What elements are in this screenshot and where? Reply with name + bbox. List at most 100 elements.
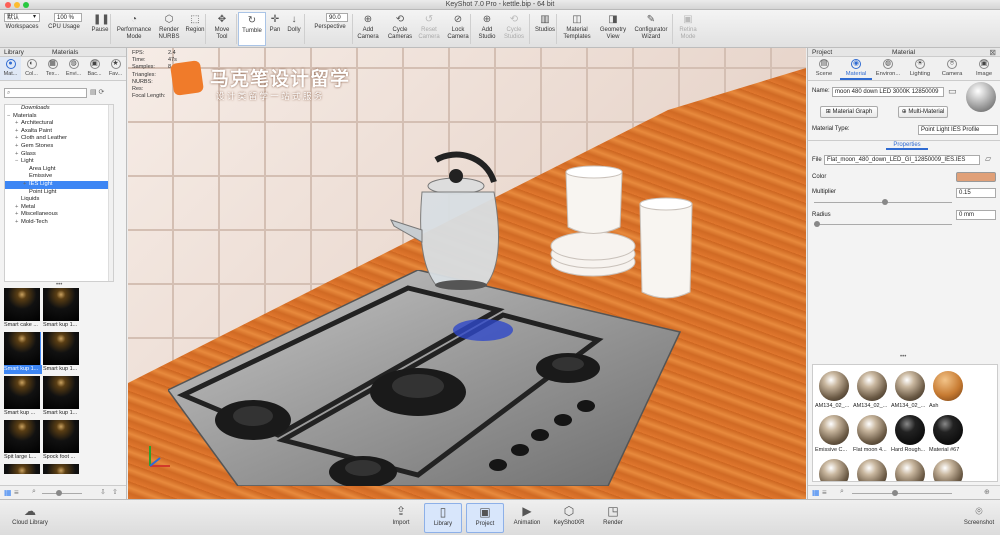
configurator-wizard-button[interactable]: ✎ Configurator Wizard [632,12,670,46]
tumble-button[interactable]: ↻ Tumble [238,12,266,46]
tab-material[interactable]: ◉ Material [840,57,872,80]
tab-image[interactable]: ▣ Image [968,57,1000,80]
render-viewport[interactable]: FPS: 2.4 Time: 47s Samples: 8 Triangles: NURBS:… [128,48,806,499]
tree-item[interactable]: Area Light [5,166,113,174]
perspective-button[interactable]: ▯Perspective [308,12,352,46]
zoom-out-icon[interactable]: ⌕ [32,488,36,496]
grid-view-icon[interactable]: ▦ [812,488,820,497]
radius-slider[interactable] [814,221,952,227]
cloud-library-button[interactable]: ☁ Cloud Library [6,503,54,533]
tree-item[interactable]: + Glass [5,151,113,159]
material-name-field[interactable]: moon 480 down LED 3000K 12850009 [832,87,944,97]
render-nurbs-button[interactable]: ⬡ Render NURBS [156,12,182,46]
tab-fav[interactable]: ★ Fav... [105,57,126,80]
render-button[interactable]: ◳ Render [594,503,632,533]
tree-item[interactable]: − Materials [5,113,113,121]
grid-view-icon[interactable]: ▦ [4,488,12,497]
tree-item[interactable]: + Miscellaneous [5,211,113,219]
tree-scrollbar[interactable] [108,105,113,281]
material-thumbnail[interactable]: Smart kup 1... [43,288,81,332]
move-tool-button[interactable]: ✥ Move Tool [210,12,234,46]
project-material-thumbnail[interactable] [891,457,928,481]
tab-camera[interactable]: ⌾ Camera [936,57,968,80]
keyshotxr-button[interactable]: ⬡ KeyShotXR [550,503,588,533]
material-thumbnail[interactable]: Spock foot ... [4,464,42,474]
add-studio-button[interactable]: ⊕ Add Studio [474,12,500,46]
tree-item[interactable]: + Axalta Paint [5,128,113,136]
tree-item[interactable]: + IES Light [5,180,113,189]
material-thumbnail[interactable]: Smart cake ... [4,288,42,332]
open-folder-icon[interactable]: ▱ [985,154,991,163]
project-material-thumbnail[interactable]: Material #67 [929,413,966,455]
dolly-button[interactable]: ↓ Dolly [284,12,304,46]
import-icon[interactable]: ⇩ [100,488,106,496]
material-type-select[interactable]: Point Light IES Profile [918,125,998,135]
material-thumbnail[interactable]: Smart kup 1... [43,332,81,376]
cpu-usage-button[interactable]: ▭CPU Usage [44,12,84,46]
add-camera-button[interactable]: ⊕ Add Camera [354,12,382,46]
material-thumbnail[interactable]: Stove LED ... [43,464,81,474]
material-thumbnail[interactable]: Spock foot ... [43,420,81,464]
tab-environ[interactable]: ◍ Environ... [872,57,904,80]
pan-button[interactable]: ✛ Pan [268,12,282,46]
project-material-thumbnail[interactable]: AM134_02_... [815,369,852,411]
region-button[interactable]: ⬚ Region [184,12,206,46]
list-view-icon[interactable]: ≡ [14,488,19,497]
tree-item[interactable]: Downloads [5,105,113,113]
project-material-thumbnail[interactable]: Hard Rough... [891,413,928,455]
tab-mat[interactable]: ● Mat... [0,57,21,80]
multiplier-field[interactable]: 0.15 [956,188,996,198]
project-material-thumbnail[interactable]: Flat moon 4... [853,413,890,455]
lock-camera-button[interactable]: ⊘ Lock Camera [444,12,472,46]
save-material-icon[interactable]: ▭ [948,86,957,97]
cycle-cameras-button[interactable]: ⟲ Cycle Cameras [384,12,416,46]
tree-item[interactable]: + Mold-Tech [5,219,113,227]
radius-field[interactable]: 0 mm [956,210,996,220]
tab-tex[interactable]: ▦ Tex... [42,57,63,80]
project-material-thumbnail[interactable] [929,457,966,481]
project-button[interactable]: ▣ Project [466,503,504,533]
multiplier-slider[interactable] [814,199,952,205]
color-swatch[interactable] [956,172,996,182]
material-templates-button[interactable]: ◫ Material Templates [560,12,594,46]
library-search-input[interactable]: ⌕ [4,88,87,98]
zoom-icon[interactable]: ⌕ [840,488,844,496]
list-view-icon[interactable]: ≡ [822,488,827,497]
tab-bac[interactable]: ▣ Bac... [84,57,105,80]
splitter-handle[interactable]: ••• [900,354,906,360]
workspaces-button[interactable]: ⊞Workspaces [2,12,42,46]
tab-envi[interactable]: ◍ Envi... [63,57,84,80]
tab-lighting[interactable]: ☀ Lighting [904,57,936,80]
material-graph-button[interactable]: ⊞ Material Graph [820,106,878,118]
material-thumbnail[interactable]: Spit large L... [4,420,42,464]
tree-item[interactable]: Point Light [5,189,113,197]
multi-material-button[interactable]: ⊕ Multi-Material [898,106,948,118]
pause-button[interactable]: ❚❚ Pause [88,12,112,46]
material-thumbnail[interactable]: Smart kup 1... [43,376,81,420]
thumbnail-size-slider[interactable] [42,490,82,496]
reset-camera-button[interactable]: ↺ Reset Camera [416,12,442,46]
material-thumbnail[interactable]: Smart kup ... [4,376,42,420]
close-panel-icon[interactable]: ⊠ [989,48,996,57]
tree-item[interactable]: + Gem Stones [5,143,113,151]
library-button[interactable]: ▯ Library [424,503,462,533]
import-button[interactable]: ⇪ Import [382,503,420,533]
material-thumbnail[interactable]: Smart kup 1... [4,332,42,376]
geometry-view-button[interactable]: ◨ Geometry View [596,12,630,46]
tab-scene[interactable]: ▤ Scene [808,57,840,80]
tree-item[interactable]: + Architectural [5,120,113,128]
folder-icons[interactable]: ▤ ⟳ [90,88,104,96]
upload-icon[interactable]: ⇧ [112,488,118,496]
performance-mode-button[interactable]: ◔ Performance Mode [114,12,154,46]
tree-item[interactable]: + Metal [5,204,113,212]
project-material-thumbnail[interactable] [853,457,890,481]
tree-item[interactable]: + Cloth and Leather [5,135,113,143]
tree-item[interactable]: Liquids [5,196,113,204]
project-material-thumbnail[interactable]: Emissive C... [815,413,852,455]
tab-properties[interactable]: Properties [886,141,928,150]
cycle-studios-button[interactable]: ⟲ Cycle Studios [500,12,528,46]
add-icon[interactable]: ⊕ [984,488,990,496]
project-material-thumbnail[interactable]: AM134_02_... [891,369,928,411]
screenshot-button[interactable]: ⌾ Screenshot [960,503,998,533]
studios-button[interactable]: ▥ Studios [532,12,558,46]
